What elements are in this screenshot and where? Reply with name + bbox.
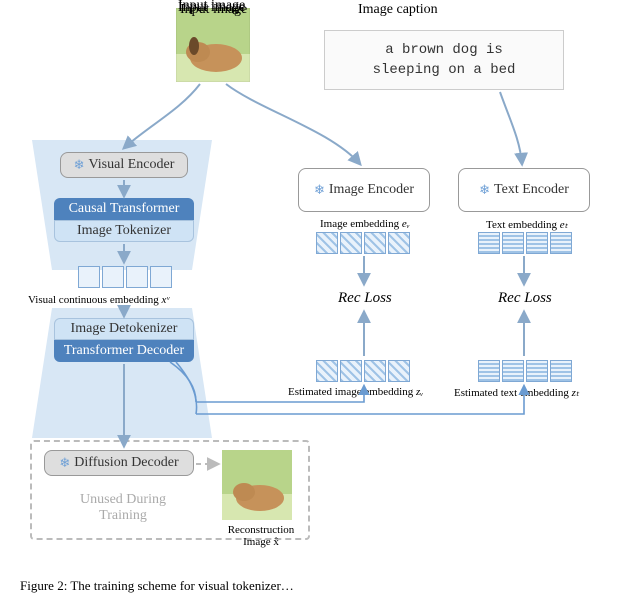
unused-label: Unused During Training [58, 492, 188, 524]
transformer-decoder: Transformer Decoder [54, 340, 194, 362]
reconstruction-thumbnail [222, 450, 292, 520]
diffusion-decoder-label: Diffusion Decoder [74, 455, 178, 471]
img-embed-label: Image embedding eᵥ [320, 218, 410, 230]
figure-caption: Figure 2: The training scheme for visual… [20, 578, 620, 594]
visual-embed-label: Visual continuous embedding xᵛ [28, 294, 169, 306]
text-embed-tokens [478, 232, 572, 254]
input-image-header: Input image [180, 2, 247, 18]
rec-loss-mid: Rec Loss [338, 290, 392, 307]
caption-line1: a brown dog is [339, 41, 549, 61]
visual-encoder: ❄ Visual Encoder [60, 152, 188, 178]
snowflake-icon: ❄ [74, 157, 85, 173]
image-encoder-label: Image Encoder [329, 182, 414, 198]
est-img-tokens [316, 360, 410, 382]
img-embed-tokens [316, 232, 410, 254]
text-encoder: ❄ Text Encoder [458, 168, 590, 212]
snowflake-icon-3: ❄ [314, 182, 325, 198]
left-bg [22, 140, 222, 440]
recon-label: Reconstruction Image x̂ [216, 524, 306, 548]
snowflake-icon-4: ❄ [479, 182, 490, 198]
visual-embed-tokens [78, 266, 172, 288]
text-embed-label: Text embedding eₜ [486, 218, 568, 231]
diffusion-decoder: ❄ Diffusion Decoder [44, 450, 194, 476]
est-text-label: Estimated text embedding zₜ [454, 386, 579, 399]
rec-loss-right: Rec Loss [498, 290, 552, 307]
causal-transformer: Causal Transformer [54, 198, 194, 220]
image-detokenizer: Image Detokenizer [54, 318, 194, 340]
visual-encoder-label: Visual Encoder [89, 157, 175, 173]
image-encoder: ❄ Image Encoder [298, 168, 430, 212]
est-text-tokens [478, 360, 572, 382]
est-img-label: Estimated image embedding zᵥ [288, 386, 423, 398]
image-tokenizer: Image Tokenizer [54, 220, 194, 242]
snowflake-icon-2: ❄ [59, 455, 70, 471]
caption-box: a brown dog is sleeping on a bed [324, 30, 564, 90]
image-caption-header: Image caption [358, 2, 438, 18]
text-encoder-label: Text Encoder [494, 182, 569, 198]
caption-line2: sleeping on a bed [339, 61, 549, 81]
